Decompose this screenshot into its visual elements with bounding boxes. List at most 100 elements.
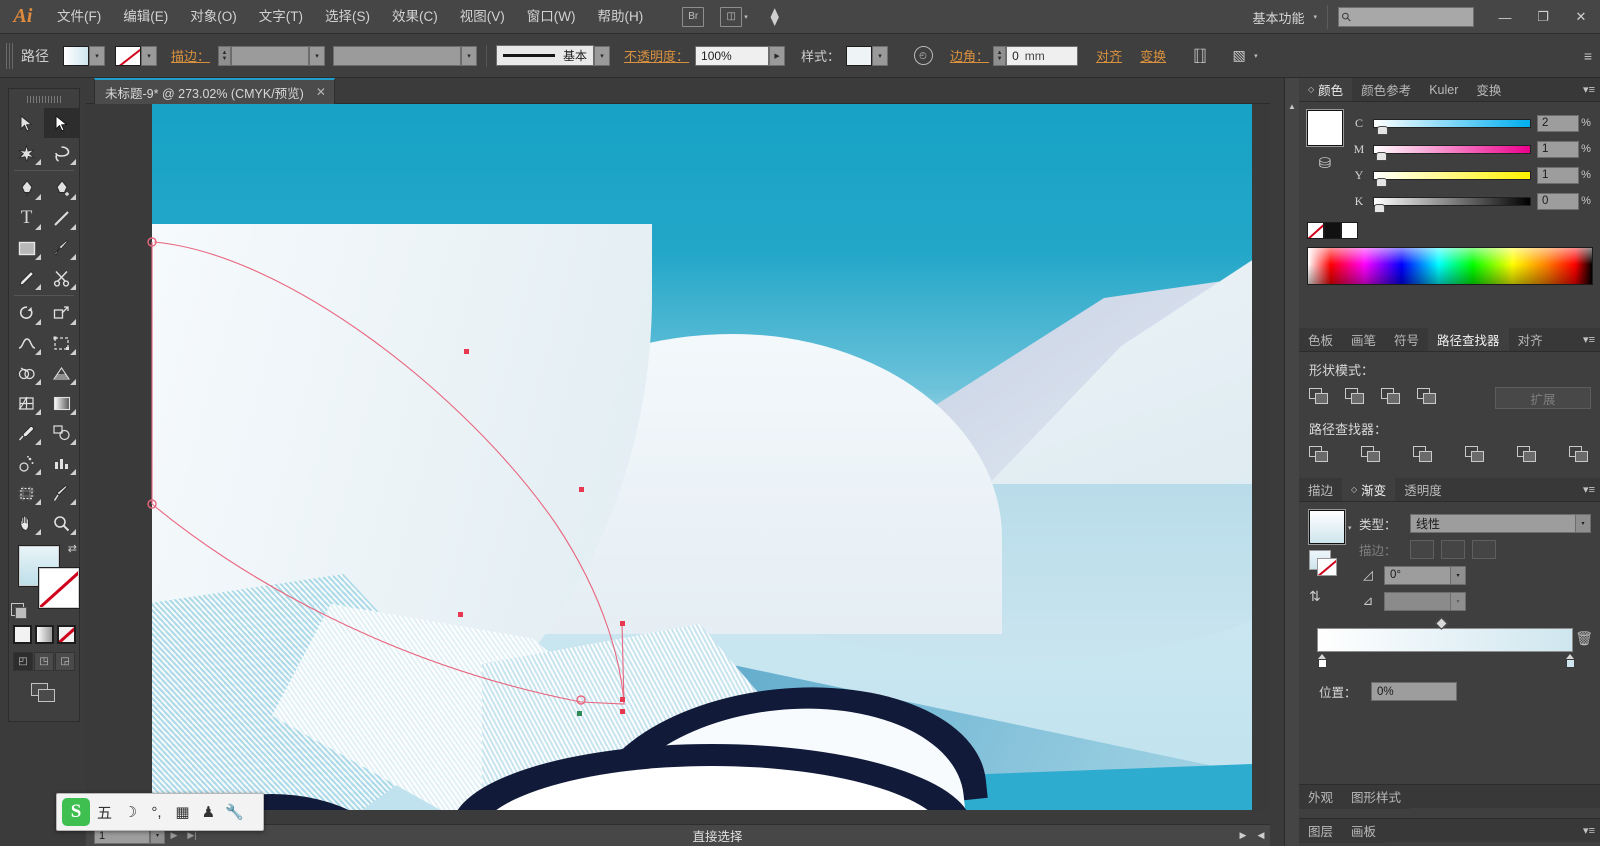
normal-screen-mode[interactable]: ◰ [13, 652, 33, 671]
transform-label[interactable]: 变换 [1140, 46, 1166, 65]
gradient-position-input[interactable]: 0% [1371, 682, 1457, 701]
full-screen-menubar-mode[interactable]: ◳ [34, 652, 54, 671]
pathfinder-panel-menu-icon[interactable]: ▾≡ [1583, 333, 1595, 346]
lasso-tool[interactable] [44, 138, 79, 168]
stroke-across-button[interactable] [1472, 539, 1496, 559]
ime-punctuation-icon[interactable]: °, [145, 798, 168, 826]
default-fill-stroke-icon[interactable] [11, 603, 27, 619]
slider-m-knob[interactable] [1375, 151, 1387, 161]
opacity-input[interactable]: 100% [695, 45, 770, 66]
tab-align[interactable]: 对齐 [1508, 328, 1552, 351]
status-text[interactable]: 直接选择 [201, 826, 1234, 845]
slider-y[interactable] [1373, 170, 1531, 187]
brush-definition-select[interactable]: 基本 [496, 45, 595, 66]
symbol-sprayer-tool[interactable] [9, 448, 44, 478]
artboard[interactable] [152, 104, 1252, 810]
stroke-weight-input[interactable] [231, 45, 310, 66]
graphic-style-control[interactable]: ▾ [846, 45, 889, 66]
stroke-color-control[interactable]: ▾ [115, 45, 157, 66]
menu-view[interactable]: 视图(V) [449, 0, 516, 34]
close-document-icon[interactable]: ✕ [316, 85, 326, 99]
stroke-weight-stepper[interactable]: ▲ ▼ [218, 45, 232, 66]
menu-window[interactable]: 窗口(W) [516, 0, 587, 34]
scissors-tool[interactable] [44, 263, 79, 293]
gradient-stop-start[interactable] [1317, 654, 1328, 668]
trim-button[interactable] [1361, 446, 1383, 466]
scale-tool[interactable] [44, 298, 79, 328]
tab-kuler[interactable]: Kuler [1420, 78, 1468, 101]
delete-stop-icon[interactable]: 🗑 [1575, 630, 1593, 647]
white-swatch[interactable] [1341, 222, 1358, 239]
opacity-caret-icon[interactable]: ▶ [769, 45, 786, 66]
slider-c-knob[interactable] [1377, 125, 1389, 135]
menu-effect[interactable]: 效果(C) [381, 0, 449, 34]
corner-radius-input[interactable]: 0 mm [1006, 45, 1079, 66]
slider-m[interactable] [1373, 144, 1531, 161]
toolbox-grip[interactable] [27, 92, 61, 106]
tab-color-guide[interactable]: 颜色参考 [1352, 78, 1421, 101]
corner-label[interactable]: 边角： [950, 46, 989, 65]
panel-menu-icon[interactable]: ≡ [1584, 48, 1592, 64]
gradient-tool[interactable] [44, 388, 79, 418]
perspective-grid-tool[interactable] [44, 358, 79, 388]
color-bucket-icon[interactable]: ⛁ [1307, 154, 1343, 172]
ime-input-mode[interactable]: 五 [93, 798, 116, 826]
color-panel-menu-icon[interactable]: ▾≡ [1583, 83, 1595, 96]
crop-button[interactable] [1465, 446, 1487, 466]
tab-transform[interactable]: 变换 [1467, 78, 1511, 101]
shape-builder-tool[interactable] [9, 358, 44, 388]
graphic-style-swatch[interactable] [846, 45, 873, 66]
isolate-selected-icon[interactable]: ⟦⟧ [1186, 44, 1212, 68]
free-transform-tool[interactable] [44, 328, 79, 358]
status-expand-icon[interactable]: ▶ [1234, 830, 1252, 841]
mesh-tool[interactable] [9, 388, 44, 418]
tab-appearance[interactable]: 外观 [1299, 784, 1343, 809]
menu-edit[interactable]: 编辑(E) [112, 0, 179, 34]
tab-gradient[interactable]: ◇ 渐变 [1342, 478, 1396, 501]
gradient-panel-menu-icon[interactable]: ▾≡ [1583, 483, 1595, 496]
none-mode-button[interactable] [56, 625, 76, 644]
help-search-input[interactable]: ⚲ [1338, 7, 1474, 27]
tab-transparency[interactable]: 透明度 [1395, 478, 1451, 501]
restore-button[interactable]: ❐ [1524, 0, 1562, 34]
gradient-type-select[interactable]: 线性 ▾ [1410, 513, 1591, 533]
canvas-area[interactable] [86, 104, 1270, 810]
outline-button[interactable] [1517, 446, 1539, 466]
eyedropper-tool[interactable] [9, 418, 44, 448]
brush-caret-icon[interactable]: ▾ [594, 45, 611, 66]
menu-file[interactable]: 文件(F) [46, 0, 112, 34]
draw-mode-icon[interactable]: ▧ [1226, 44, 1252, 68]
direct-selection-tool[interactable] [44, 108, 79, 138]
workspace-switcher[interactable]: 基本功能 ▾ [1242, 5, 1328, 29]
tab-pathfinder[interactable]: 路径查找器 [1428, 328, 1509, 351]
minus-back-button[interactable] [1569, 446, 1591, 466]
width-tool[interactable] [9, 328, 44, 358]
tab-swatches[interactable]: 色板 [1299, 328, 1343, 351]
menu-select[interactable]: 选择(S) [314, 0, 381, 34]
swap-fill-stroke-icon[interactable]: ⇄ [68, 542, 77, 555]
hand-tool[interactable] [9, 508, 44, 538]
rectangle-tool[interactable] [9, 233, 44, 263]
align-label[interactable]: 对齐 [1096, 46, 1122, 65]
stroke-caret-icon[interactable]: ▾ [141, 45, 157, 66]
menu-type[interactable]: 文字(T) [248, 0, 314, 34]
divide-button[interactable] [1309, 446, 1331, 466]
gradient-mode-button[interactable] [34, 625, 54, 644]
ime-user-icon[interactable]: ♟ [197, 798, 220, 826]
tab-artboards[interactable]: 画板 [1342, 818, 1386, 843]
ime-tools-icon[interactable]: 🔧 [223, 798, 246, 826]
gradient-fill-stroke-toggle[interactable] [1309, 550, 1339, 578]
type-tool[interactable]: T [9, 203, 44, 233]
stroke-along-button[interactable] [1441, 539, 1465, 559]
expand-dock-icon[interactable]: ▲ [1285, 78, 1299, 111]
full-screen-mode[interactable]: ◲ [55, 652, 75, 671]
menu-object[interactable]: 对象(O) [179, 0, 248, 34]
stroke-profile-caret-icon[interactable]: ▾ [461, 45, 478, 66]
corner-stepper[interactable]: ▲ ▼ [993, 45, 1007, 66]
fill-color-control[interactable]: ▾ [63, 45, 105, 66]
magic-wand-tool[interactable] [9, 138, 44, 168]
none-swatch[interactable] [1307, 222, 1324, 239]
slider-k-knob[interactable] [1374, 203, 1385, 213]
close-button[interactable]: ✕ [1562, 0, 1600, 34]
ime-keyboard-icon[interactable]: ▦ [171, 798, 194, 826]
